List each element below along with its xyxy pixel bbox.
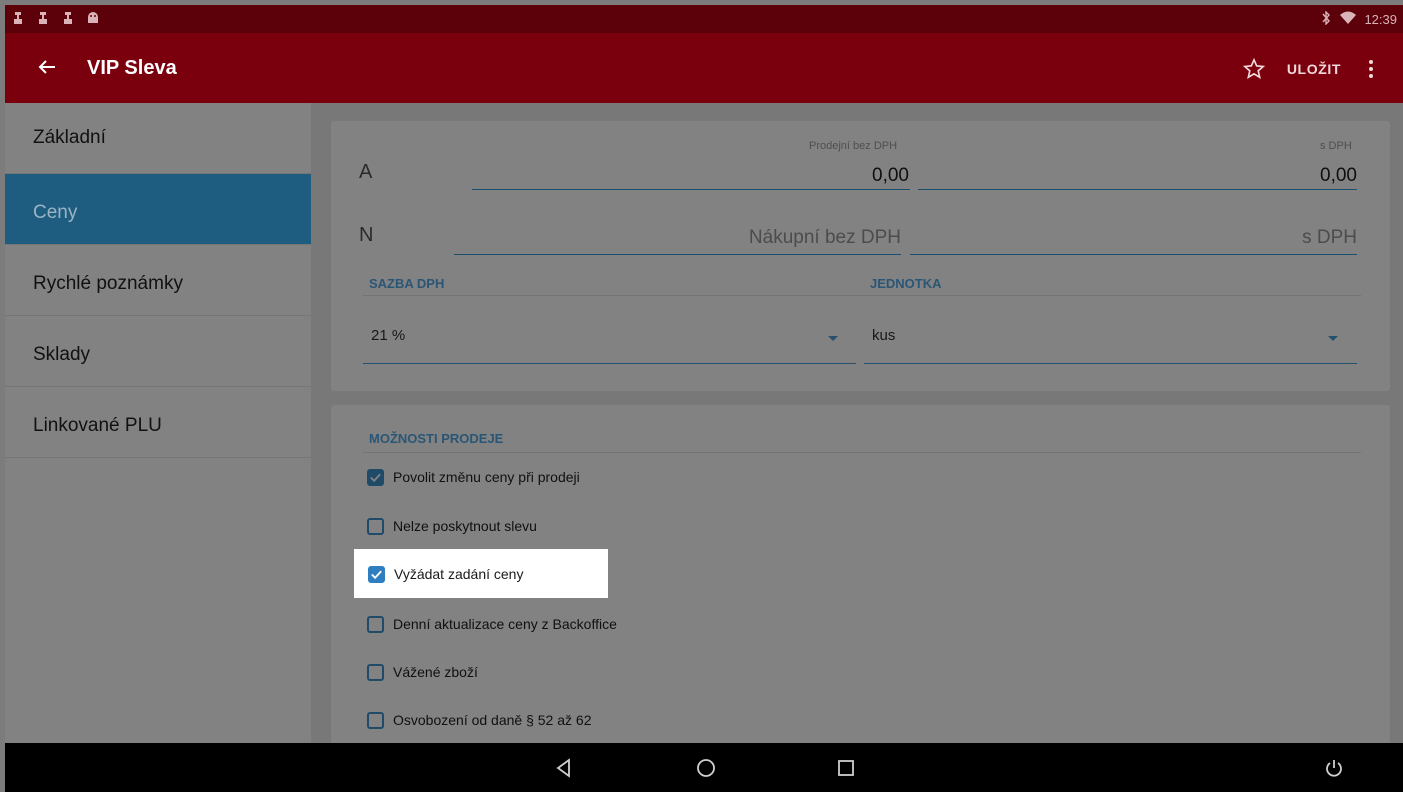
sell-no-vat-input[interactable]: 0,00	[471, 165, 909, 187]
status-time: 12:39	[1364, 12, 1397, 27]
option-daily-price-update[interactable]: Denní aktualizace ceny z Backoffice	[367, 609, 617, 639]
checkbox-checked-icon[interactable]	[368, 565, 385, 583]
back-arrow-icon[interactable]	[35, 55, 59, 79]
vat-rate-label: SAZBA DPH	[369, 276, 445, 291]
notification-icon	[11, 11, 25, 25]
highlighted-option-require-price: Vyžádat zadání ceny	[354, 549, 608, 598]
chevron-down-icon[interactable]	[828, 336, 838, 341]
prices-card: Prodejní bez DPH s DPH A 0,00 0,00 N Nák…	[331, 121, 1390, 391]
more-vert-icon[interactable]	[1359, 57, 1383, 81]
save-button[interactable]: ULOŽIT	[1287, 61, 1341, 77]
with-vat-input[interactable]: 0,00	[918, 165, 1357, 187]
unit-select[interactable]: kus	[872, 327, 895, 344]
option-tax-exemption[interactable]: Osvobození od daně § 52 až 62	[367, 705, 591, 735]
sidebar-item-label: Sklady	[33, 344, 91, 365]
sale-options-title: MOŽNOSTI PRODEJE	[369, 431, 504, 446]
checkbox-icon[interactable]	[367, 663, 384, 681]
page-title: VIP Sleva	[87, 57, 177, 79]
main-content: Prodejní bez DPH s DPH A 0,00 0,00 N Nák…	[311, 103, 1403, 743]
sidebar-item-label: Rychlé poznámky	[33, 273, 183, 294]
sidebar-item-label: Linkované PLU	[33, 415, 162, 436]
checkbox-icon[interactable]	[367, 615, 384, 633]
with-vat-label: s DPH	[1320, 140, 1352, 152]
sidebar-item-ceny[interactable]: Ceny	[5, 174, 311, 245]
unit-label: JEDNOTKA	[870, 276, 942, 291]
option-weighed-goods[interactable]: Vážené zboží	[367, 657, 478, 687]
option-require-price-entry[interactable]: Vyžádat zadání ceny	[368, 559, 523, 589]
sidebar-item-label: Ceny	[33, 202, 78, 223]
buy-with-vat-input[interactable]: s DPH	[910, 227, 1357, 249]
option-label: Vážené zboží	[393, 664, 478, 680]
app-bar: VIP Sleva ULOŽIT	[5, 33, 1403, 103]
system-nav-bar	[5, 743, 1403, 792]
sidebar-item-zakladni[interactable]: Základní	[5, 103, 311, 174]
with-vat-underline	[918, 189, 1357, 190]
row-n-label: N	[359, 224, 374, 246]
checkbox-icon[interactable]	[367, 517, 384, 535]
notification-icon	[61, 11, 75, 25]
sidebar-item-label: Základní	[33, 127, 106, 148]
option-label: Povolit změnu ceny při prodeji	[393, 469, 580, 485]
sidebar-item-rychle-poznamky[interactable]: Rychlé poznámky	[5, 245, 311, 316]
back-triangle-icon[interactable]	[553, 757, 575, 779]
sidebar: Základní Ceny Rychlé poznámky Sklady Lin…	[5, 103, 311, 743]
power-icon[interactable]	[1323, 757, 1345, 779]
option-label: Nelze poskytnout slevu	[393, 518, 537, 534]
status-bar: 12:39	[5, 5, 1403, 33]
vat-rate-underline	[363, 363, 856, 364]
buy-no-vat-input[interactable]: Nákupní bez DPH	[454, 227, 901, 249]
section-divider	[363, 452, 1361, 453]
section-divider	[363, 295, 1361, 296]
checkbox-icon[interactable]	[367, 711, 384, 729]
home-circle-icon[interactable]	[695, 757, 717, 779]
option-label: Vyžádat zadání ceny	[394, 566, 524, 582]
status-right: 12:39	[1320, 10, 1397, 28]
option-no-discount[interactable]: Nelze poskytnout slevu	[367, 511, 537, 541]
option-label: Denní aktualizace ceny z Backoffice	[393, 616, 617, 632]
option-label: Osvobození od daně § 52 až 62	[393, 712, 592, 728]
status-left-icons	[11, 11, 100, 25]
sidebar-item-sklady[interactable]: Sklady	[5, 316, 311, 387]
sell-no-vat-underline	[472, 189, 910, 190]
sell-no-vat-label: Prodejní bez DPH	[809, 140, 898, 152]
notification-icon	[36, 11, 50, 25]
buy-no-vat-underline	[454, 254, 901, 255]
checkbox-checked-icon[interactable]	[367, 468, 384, 486]
option-allow-price-change[interactable]: Povolit změnu ceny při prodeji	[367, 462, 580, 492]
wifi-icon	[1340, 11, 1357, 28]
sidebar-item-linkovane-plu[interactable]: Linkované PLU	[5, 387, 311, 458]
bluetooth-icon	[1320, 10, 1332, 28]
unit-underline	[864, 363, 1357, 364]
star-icon[interactable]	[1242, 57, 1266, 80]
buy-with-vat-underline	[910, 254, 1357, 255]
vat-rate-select[interactable]: 21 %	[371, 327, 405, 344]
android-icon	[86, 11, 100, 25]
chevron-down-icon[interactable]	[1328, 336, 1338, 341]
recents-square-icon[interactable]	[835, 757, 857, 779]
row-a-label: A	[359, 161, 373, 183]
